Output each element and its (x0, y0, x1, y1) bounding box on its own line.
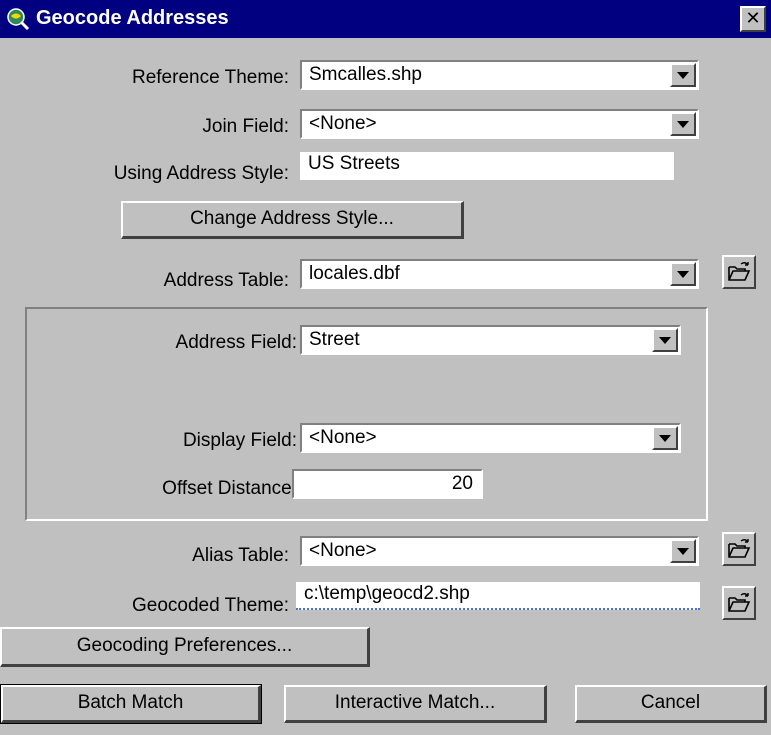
geocoded-theme-value: c:\temp\geocd2.shp (304, 583, 470, 604)
open-folder-icon (728, 262, 751, 281)
join-field-combo[interactable]: <None> (300, 109, 699, 139)
address-table-combo[interactable]: locales.dbf (300, 259, 699, 289)
batch-match-label: Batch Match (77, 692, 184, 713)
geocoded-theme-input[interactable]: c:\temp\geocd2.shp (296, 582, 700, 610)
globe-magnifier-icon (7, 8, 30, 31)
chevron-down-icon[interactable] (670, 112, 696, 136)
chevron-down-icon[interactable] (652, 426, 678, 450)
geocoded-theme-label: Geocoded Theme: (131, 595, 289, 616)
window-title: Geocode Addresses (36, 7, 229, 29)
address-table-label: Address Table: (163, 270, 289, 291)
reference-theme-label: Reference Theme: (131, 67, 289, 88)
title-bar[interactable]: Geocode Addresses ✕ (0, 0, 771, 38)
geocode-addresses-dialog: Geocode Addresses ✕ Reference Theme: Smc… (0, 0, 771, 735)
chevron-down-icon[interactable] (670, 63, 696, 87)
open-folder-icon (728, 593, 751, 612)
offset-distance-input[interactable]: 20 (292, 469, 483, 499)
chevron-down-icon[interactable] (670, 262, 696, 286)
address-field-combo[interactable]: Street (300, 325, 681, 355)
address-table-open-button[interactable] (722, 255, 756, 289)
chevron-down-icon[interactable] (670, 539, 696, 563)
offset-distance-value: 20 (451, 473, 473, 494)
interactive-match-button[interactable]: Interactive Match... (284, 685, 547, 723)
display-field-combo[interactable]: <None> (300, 423, 681, 453)
close-button[interactable]: ✕ (740, 6, 766, 32)
address-field-label: Address Field: (175, 332, 297, 353)
open-folder-icon (728, 539, 751, 558)
cancel-button[interactable]: Cancel (575, 685, 767, 723)
join-field-value: <None> (309, 113, 377, 134)
alias-table-combo[interactable]: <None> (300, 536, 699, 566)
alias-table-open-button[interactable] (722, 532, 756, 566)
address-field-value: Street (309, 329, 360, 350)
alias-table-value: <None> (309, 540, 377, 561)
geocoding-preferences-button[interactable]: Geocoding Preferences... (0, 627, 370, 667)
change-address-style-button[interactable]: Change Address Style... (121, 201, 464, 239)
display-field-value: <None> (309, 427, 377, 448)
alias-table-label: Alias Table: (192, 545, 289, 566)
address-style-label: Using Address Style: (113, 163, 289, 184)
cancel-label: Cancel (640, 692, 701, 713)
geocoded-theme-open-button[interactable] (722, 586, 756, 620)
change-address-style-label: Change Address Style... (190, 208, 394, 229)
address-table-value: locales.dbf (309, 263, 400, 284)
join-field-label: Join Field: (202, 116, 289, 137)
display-field-label: Display Field: (182, 430, 297, 451)
batch-match-button[interactable]: Batch Match (0, 684, 262, 724)
geocoding-preferences-label: Geocoding Preferences... (76, 635, 293, 656)
address-style-field: US Streets (300, 152, 674, 180)
interactive-match-label: Interactive Match... (334, 692, 496, 713)
chevron-down-icon[interactable] (652, 328, 678, 352)
offset-distance-label: Offset Distance: (162, 478, 297, 499)
address-style-value: US Streets (308, 153, 400, 174)
reference-theme-combo[interactable]: Smcalles.shp (300, 60, 699, 90)
reference-theme-value: Smcalles.shp (309, 64, 422, 85)
